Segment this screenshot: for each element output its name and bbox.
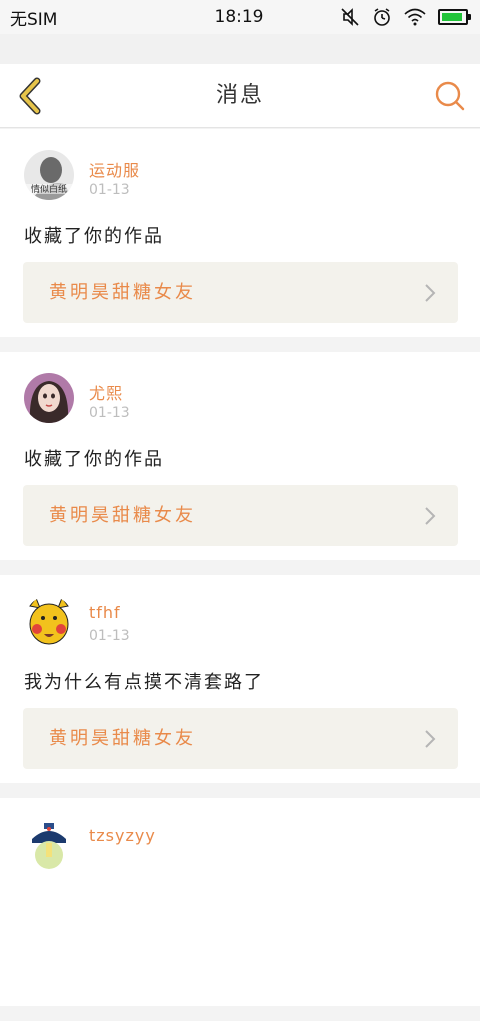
battery-icon bbox=[438, 9, 471, 25]
avatar[interactable]: 情似白纸 bbox=[24, 150, 74, 200]
username[interactable]: 运动服 bbox=[89, 157, 140, 181]
chevron-right-icon bbox=[425, 284, 436, 302]
work-link[interactable]: 黄明昊甜糖女友 bbox=[23, 485, 458, 546]
wifi-icon bbox=[404, 8, 426, 26]
message-text: 收藏了你的作品 bbox=[24, 449, 164, 470]
avatar[interactable] bbox=[24, 819, 74, 869]
timestamp: 01-13 bbox=[89, 405, 130, 421]
username[interactable]: tfhf bbox=[89, 603, 121, 622]
work-link[interactable]: 黄明昊甜糖女友 bbox=[23, 262, 458, 323]
message-item[interactable]: 情似白纸 运动服 01-13 收藏了你的作品 黄明昊甜糖女友 bbox=[0, 129, 480, 337]
carrier-label: 无SIM bbox=[10, 9, 58, 30]
page-title: 消息 bbox=[215, 83, 264, 108]
message-item[interactable]: 尤熙 01-13 收藏了你的作品 黄明昊甜糖女友 bbox=[0, 352, 480, 560]
avatar-caption: 情似白纸 bbox=[31, 183, 67, 195]
chevron-right-icon bbox=[425, 507, 436, 525]
work-title: 黄明昊甜糖女友 bbox=[49, 282, 196, 303]
header: 消息 bbox=[0, 64, 480, 128]
message-item[interactable]: tfhf 01-13 我为什么有点摸不清套路了 黄明昊甜糖女友 bbox=[0, 575, 480, 783]
username[interactable]: tzsyzyy bbox=[89, 826, 156, 845]
message-text: 收藏了你的作品 bbox=[24, 226, 164, 247]
avatar[interactable] bbox=[24, 373, 74, 423]
avatar[interactable] bbox=[24, 596, 74, 646]
status-time: 18:19 bbox=[214, 7, 264, 27]
message-text: 我为什么有点摸不清套路了 bbox=[24, 672, 264, 693]
timestamp: 01-13 bbox=[89, 182, 130, 198]
alarm-icon bbox=[372, 7, 392, 27]
work-title: 黄明昊甜糖女友 bbox=[49, 505, 196, 526]
message-item[interactable]: tzsyzyy bbox=[0, 798, 480, 1006]
work-title: 黄明昊甜糖女友 bbox=[49, 728, 196, 749]
work-link[interactable]: 黄明昊甜糖女友 bbox=[23, 708, 458, 769]
message-list: 情似白纸 运动服 01-13 收藏了你的作品 黄明昊甜糖女友 尤熙 01-13 bbox=[0, 129, 480, 1021]
chevron-right-icon bbox=[425, 730, 436, 748]
mute-icon bbox=[340, 7, 360, 27]
search-icon bbox=[435, 81, 465, 111]
status-bar: 无SIM 18:19 bbox=[0, 0, 480, 34]
header-spacer bbox=[0, 34, 480, 64]
timestamp: 01-13 bbox=[89, 628, 130, 644]
status-icons bbox=[341, 7, 471, 27]
username[interactable]: 尤熙 bbox=[89, 380, 123, 404]
search-button[interactable] bbox=[430, 76, 470, 116]
